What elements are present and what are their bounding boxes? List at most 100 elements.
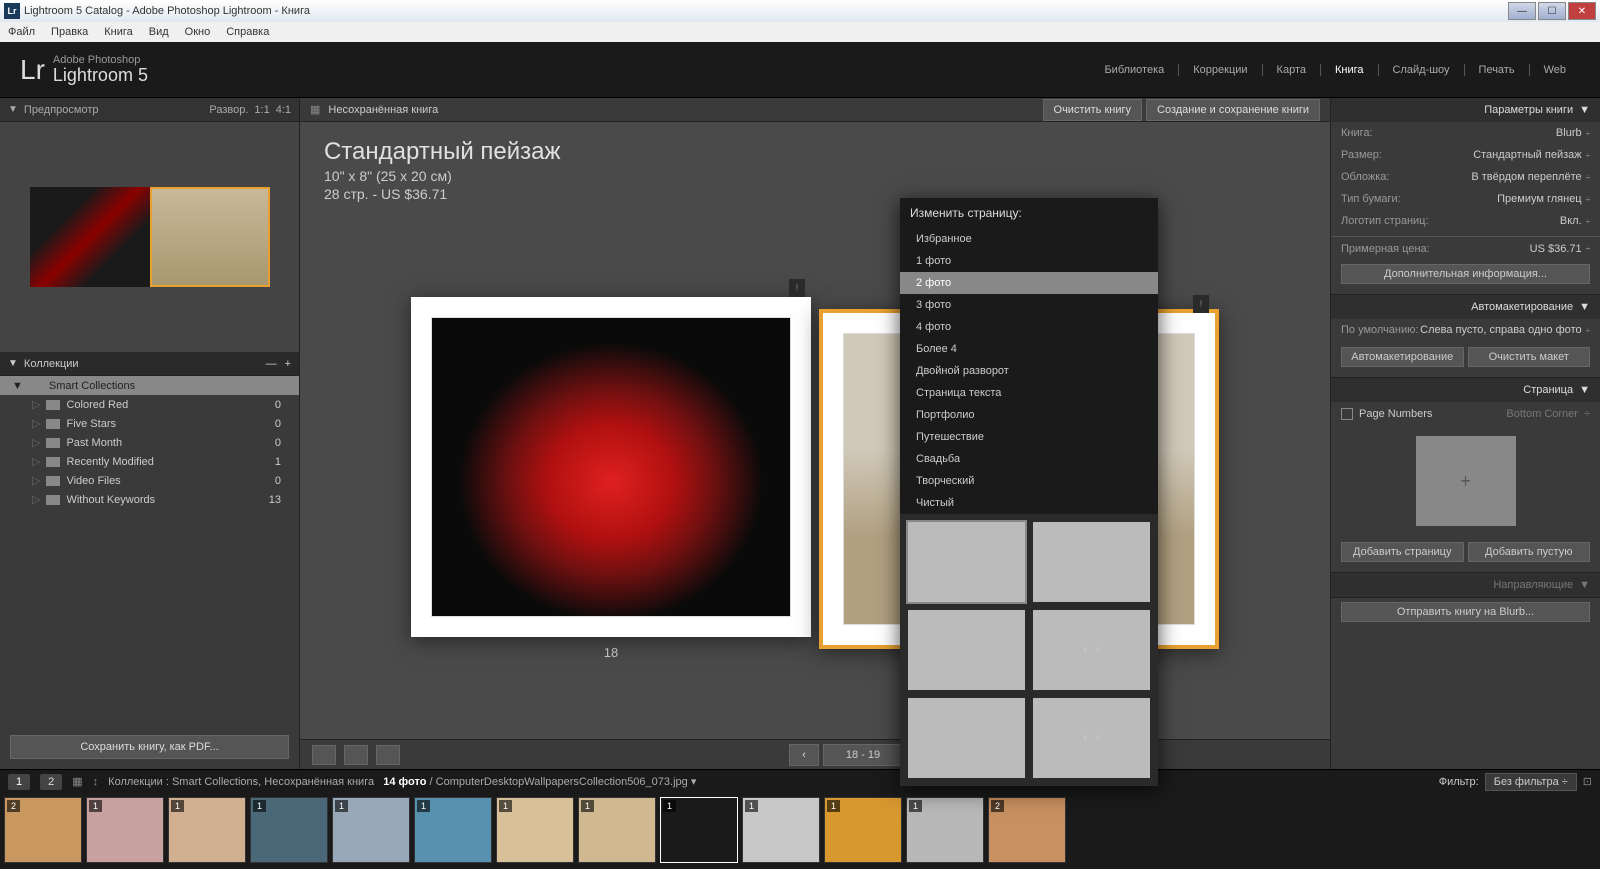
ratio-spread[interactable]: Развор. [209, 104, 248, 116]
filmstrip-thumb[interactable]: 2 [988, 797, 1066, 863]
popup-item[interactable]: Более 4 [900, 338, 1158, 360]
save-pdf-button[interactable]: Сохранить книгу, как PDF... [10, 735, 289, 759]
filmstrip-thumb[interactable]: 1 [824, 797, 902, 863]
layout-option-4[interactable]: + + [1033, 610, 1150, 690]
add-blank-button[interactable]: Добавить пустую [1468, 542, 1591, 562]
menu-window[interactable]: Окно [185, 26, 211, 38]
page-template-preview[interactable]: + [1416, 436, 1516, 526]
create-save-book-button[interactable]: Создание и сохранение книги [1146, 99, 1320, 121]
book-settings-header[interactable]: Параметры книги▼ [1331, 98, 1600, 122]
layout-option-1[interactable] [908, 522, 1025, 602]
filmstrip-thumb[interactable]: 1 [496, 797, 574, 863]
preview-page-right[interactable] [150, 187, 270, 287]
view-grid-button[interactable] [312, 745, 336, 765]
maximize-button[interactable]: ☐ [1538, 2, 1566, 20]
prev-page-button[interactable]: ‹ [789, 744, 819, 766]
menu-view[interactable]: Вид [149, 26, 169, 38]
page-left[interactable]: ! [411, 297, 811, 637]
view-single-button[interactable] [376, 745, 400, 765]
collections-panel-header[interactable]: ▼ Коллекции — + [0, 352, 299, 376]
minimize-button[interactable]: — [1508, 2, 1536, 20]
setting-row[interactable]: Обложка:В твёрдом переплёте÷ [1331, 166, 1600, 188]
breadcrumb[interactable]: Коллекции : Smart Collections, Несохранё… [108, 776, 374, 788]
popup-item[interactable]: 3 фото [900, 294, 1158, 316]
module-Печать[interactable]: Печать [1465, 64, 1530, 76]
popup-item[interactable]: 1 фото [900, 250, 1158, 272]
sort-icon[interactable]: ↕ [93, 776, 99, 788]
collection-item[interactable]: ▷Past Month0 [0, 433, 299, 452]
collection-parent[interactable]: ▼ Smart Collections [0, 376, 299, 395]
popup-item[interactable]: Двойной разворот [900, 360, 1158, 382]
setting-row[interactable]: Тип бумаги:Премиум глянец÷ [1331, 188, 1600, 210]
filmstrip-thumb[interactable]: 1 [742, 797, 820, 863]
menu-file[interactable]: Файл [8, 26, 35, 38]
menu-book[interactable]: Книга [104, 26, 133, 38]
filmstrip-thumb[interactable]: 1 [906, 797, 984, 863]
clear-book-button[interactable]: Очистить книгу [1043, 99, 1142, 121]
popup-item[interactable]: 4 фото [900, 316, 1158, 338]
menu-help[interactable]: Справка [226, 26, 269, 38]
preset-value[interactable]: Слева пусто, справа одно фото [1420, 324, 1581, 336]
setting-row[interactable]: Размер:Стандартный пейзаж÷ [1331, 144, 1600, 166]
collection-item[interactable]: ▷Video Files0 [0, 471, 299, 490]
layout-option-3[interactable] [908, 610, 1025, 690]
close-button[interactable]: ✕ [1568, 2, 1596, 20]
clear-layout-button[interactable]: Очистить макет [1468, 347, 1591, 367]
popup-item[interactable]: Свадьба [900, 448, 1158, 470]
layout-option-2[interactable] [1033, 522, 1150, 602]
filmstrip-thumb[interactable]: 1 [86, 797, 164, 863]
source-tab-1[interactable]: 1 [8, 774, 30, 790]
more-info-button[interactable]: Дополнительная информация... [1341, 264, 1590, 284]
setting-row[interactable]: Логотип страниц:Вкл.÷ [1331, 210, 1600, 232]
collection-item[interactable]: ▷Five Stars0 [0, 414, 299, 433]
popup-item[interactable]: Портфолио [900, 404, 1158, 426]
page-panel-header[interactable]: Страница▼ [1331, 378, 1600, 402]
layout-option-6[interactable]: + + [1033, 698, 1150, 778]
ratio-1-1[interactable]: 1:1 [254, 104, 269, 116]
setting-row[interactable]: Книга:Blurb÷ [1331, 122, 1600, 144]
collection-add-icon[interactable]: + [285, 358, 291, 370]
collection-item[interactable]: ▷Without Keywords13 [0, 490, 299, 509]
source-tab-2[interactable]: 2 [40, 774, 62, 790]
layout-option-5[interactable] [908, 698, 1025, 778]
popup-item[interactable]: Путешествие [900, 426, 1158, 448]
collection-item[interactable]: ▷Recently Modified1 [0, 452, 299, 471]
module-Книга[interactable]: Книга [1321, 64, 1379, 76]
view-spread-button[interactable] [344, 745, 368, 765]
module-Карта[interactable]: Карта [1263, 64, 1321, 76]
popup-item[interactable]: Чистый [900, 492, 1158, 514]
ratio-4-1[interactable]: 4:1 [276, 104, 291, 116]
autolayout-button[interactable]: Автомакетирование [1341, 347, 1464, 367]
filter-dropdown[interactable]: Без фильтра ÷ [1485, 773, 1577, 791]
autolayout-header[interactable]: Автомакетирование▼ [1331, 295, 1600, 319]
module-Web[interactable]: Web [1530, 64, 1580, 76]
send-blurb-button[interactable]: Отправить книгу на Blurb... [1341, 602, 1590, 622]
guides-header[interactable]: Направляющие▼ [1331, 573, 1600, 597]
grid-view-icon[interactable]: ▦ [72, 775, 82, 788]
collection-minus-icon[interactable]: — [266, 358, 277, 370]
filmstrip-thumb[interactable]: 2 [4, 797, 82, 863]
caret-icon[interactable]: ÷ [1586, 244, 1590, 253]
module-Коррекции[interactable]: Коррекции [1179, 64, 1262, 76]
collection-item[interactable]: ▷Colored Red0 [0, 395, 299, 414]
filter-lock-icon[interactable]: ⊡ [1583, 775, 1592, 788]
filmstrip-thumb[interactable]: 1 [578, 797, 656, 863]
filmstrip-thumb[interactable]: 1 [414, 797, 492, 863]
preview-panel-header[interactable]: ▼ Предпросмотр Развор. 1:1 4:1 [0, 98, 299, 122]
module-Слайд-шоу[interactable]: Слайд-шоу [1379, 64, 1465, 76]
filmstrip-thumb[interactable]: 1 [332, 797, 410, 863]
filmstrip-thumb[interactable]: 1 [660, 797, 738, 863]
popup-item[interactable]: 2 фото [900, 272, 1158, 294]
popup-item[interactable]: Творческий [900, 470, 1158, 492]
add-page-button[interactable]: Добавить страницу [1341, 542, 1464, 562]
filmstrip-thumb[interactable]: 1 [250, 797, 328, 863]
filmstrip-thumb[interactable]: 1 [168, 797, 246, 863]
preview-page-left[interactable] [30, 187, 150, 287]
menu-edit[interactable]: Правка [51, 26, 88, 38]
page-numbers-checkbox[interactable] [1341, 408, 1353, 420]
module-Библиотека[interactable]: Библиотека [1090, 64, 1179, 76]
popup-item[interactable]: Избранное [900, 228, 1158, 250]
app-icon: Lr [4, 3, 20, 19]
page-numbers-value[interactable]: Bottom Corner [1506, 408, 1578, 420]
popup-item[interactable]: Страница текста [900, 382, 1158, 404]
